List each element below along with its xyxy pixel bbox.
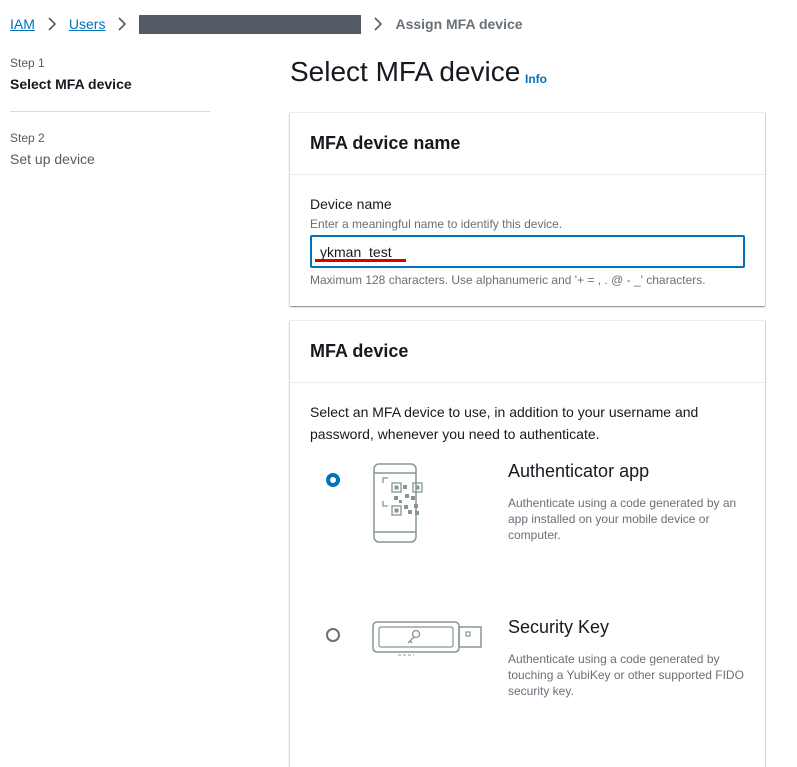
security-key-radio[interactable] xyxy=(326,628,340,642)
device-name-panel: MFA device name Device name Enter a mean… xyxy=(290,112,765,306)
device-name-panel-header: MFA device name xyxy=(290,113,765,175)
authenticator-app-radio[interactable] xyxy=(326,473,340,487)
mfa-device-panel-header: MFA device xyxy=(290,321,765,383)
mfa-device-intro: Select an MFA device to use, in addition… xyxy=(310,404,699,442)
step-2: Step 2 Set up device xyxy=(10,131,210,167)
breadcrumb-redacted-user xyxy=(139,14,362,34)
wizard-steps: Step 1 Select MFA device Step 2 Set up d… xyxy=(10,56,210,167)
device-name-input[interactable] xyxy=(310,235,745,268)
usb-security-key-icon xyxy=(370,617,485,662)
step-1: Step 1 Select MFA device xyxy=(10,56,210,92)
red-underline-annotation xyxy=(315,259,406,262)
mfa-device-panel: MFA device Select an MFA device to use, … xyxy=(290,320,765,767)
step-2-number: Step 2 xyxy=(10,131,45,145)
device-name-label: Device name xyxy=(310,196,392,212)
device-name-description: Enter a meaningful name to identify this… xyxy=(310,217,563,231)
page-title: Select MFA device xyxy=(290,56,521,87)
chevron-right-icon xyxy=(46,17,58,31)
chevron-right-icon xyxy=(116,17,128,31)
breadcrumb-current: Assign MFA device xyxy=(395,16,523,32)
chevron-right-icon xyxy=(372,17,384,31)
info-link[interactable]: Info xyxy=(525,72,547,86)
step-1-number: Step 1 xyxy=(10,56,45,70)
breadcrumb-users-link[interactable]: Users xyxy=(69,16,106,32)
security-key-description: Authenticate using a code generated by t… xyxy=(508,652,744,698)
step-1-title: Select MFA device xyxy=(10,76,132,92)
authenticator-app-description: Authenticate using a code generated by a… xyxy=(508,496,737,542)
device-name-constraint: Maximum 128 characters. Use alphanumeric… xyxy=(310,273,706,287)
authenticator-app-title: Authenticator app xyxy=(508,461,650,481)
phone-qr-icon xyxy=(370,461,430,550)
security-key-title: Security Key xyxy=(508,617,610,637)
breadcrumb: IAM Users Assign MFA device xyxy=(10,14,523,34)
step-2-title: Set up device xyxy=(10,151,95,167)
breadcrumb-iam-link[interactable]: IAM xyxy=(10,16,35,32)
step-divider xyxy=(10,111,210,112)
